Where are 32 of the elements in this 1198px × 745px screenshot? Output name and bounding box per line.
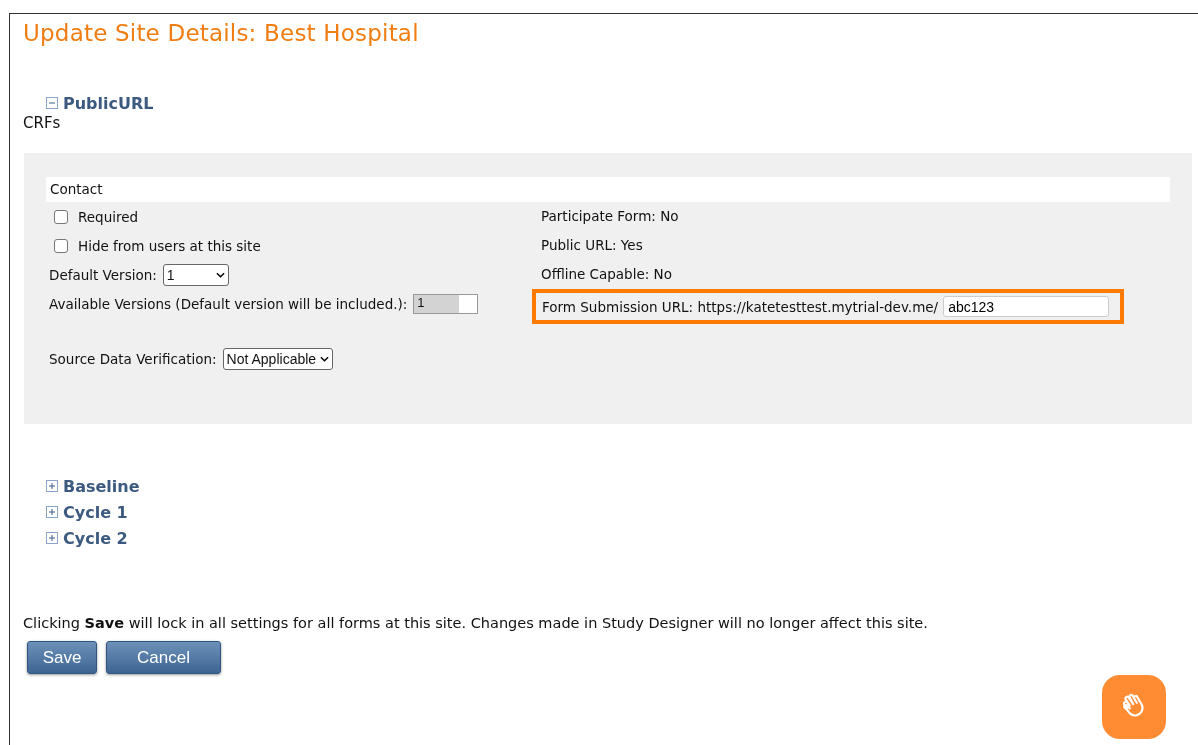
section-link[interactable]: Cycle 1	[63, 502, 128, 522]
expand-icon[interactable]	[46, 506, 58, 518]
info-text: Offline Capable: No	[540, 265, 673, 284]
expand-icon[interactable]	[46, 480, 58, 492]
versions-listbox[interactable]: 1	[413, 293, 479, 314]
collapse-icon[interactable]	[46, 97, 58, 109]
section-link[interactable]: Cycle 2	[63, 528, 128, 548]
version-select[interactable]: 1	[162, 263, 229, 286]
field-label: Available Versions (Default version will be included.):	[49, 295, 408, 312]
field-label: Source Data Verification:	[49, 350, 217, 367]
field-label: Default Version:	[49, 266, 157, 283]
save-button[interactable]: Save	[27, 641, 97, 674]
cancel-button[interactable]: Cancel	[106, 641, 221, 674]
url-input-field[interactable]: abc123	[943, 296, 1110, 317]
help-button[interactable]	[1102, 675, 1166, 739]
info-text: Public URL: Yes	[540, 236, 644, 255]
caret-icon	[215, 271, 225, 278]
section-link[interactable]: PublicURL	[63, 93, 154, 113]
save-note: Clicking Save will lock in all settings for all forms at this site. Changes made in Study Designer will no longer affect this site.	[23, 615, 929, 631]
checkbox-label: Hide from users at this site	[78, 237, 261, 254]
crfs-label: CRFs	[23, 114, 62, 132]
checkbox[interactable]	[54, 238, 68, 253]
form-name-bar: Contact	[46, 177, 1170, 202]
expand-icon[interactable]	[46, 532, 58, 544]
page-title: Update Site Details: Best Hospital	[23, 19, 420, 46]
field-label: Form Submission URL: https://katetesttest.mytrial-dev.me/	[542, 298, 939, 315]
info-text: Participate Form: No	[540, 207, 680, 226]
verification-select[interactable]: Not Applicable	[222, 347, 334, 370]
caret-icon	[320, 355, 330, 362]
checkbox[interactable]	[54, 209, 68, 224]
section-link[interactable]: Baseline	[63, 476, 140, 496]
checkbox-label: Required	[78, 208, 139, 225]
